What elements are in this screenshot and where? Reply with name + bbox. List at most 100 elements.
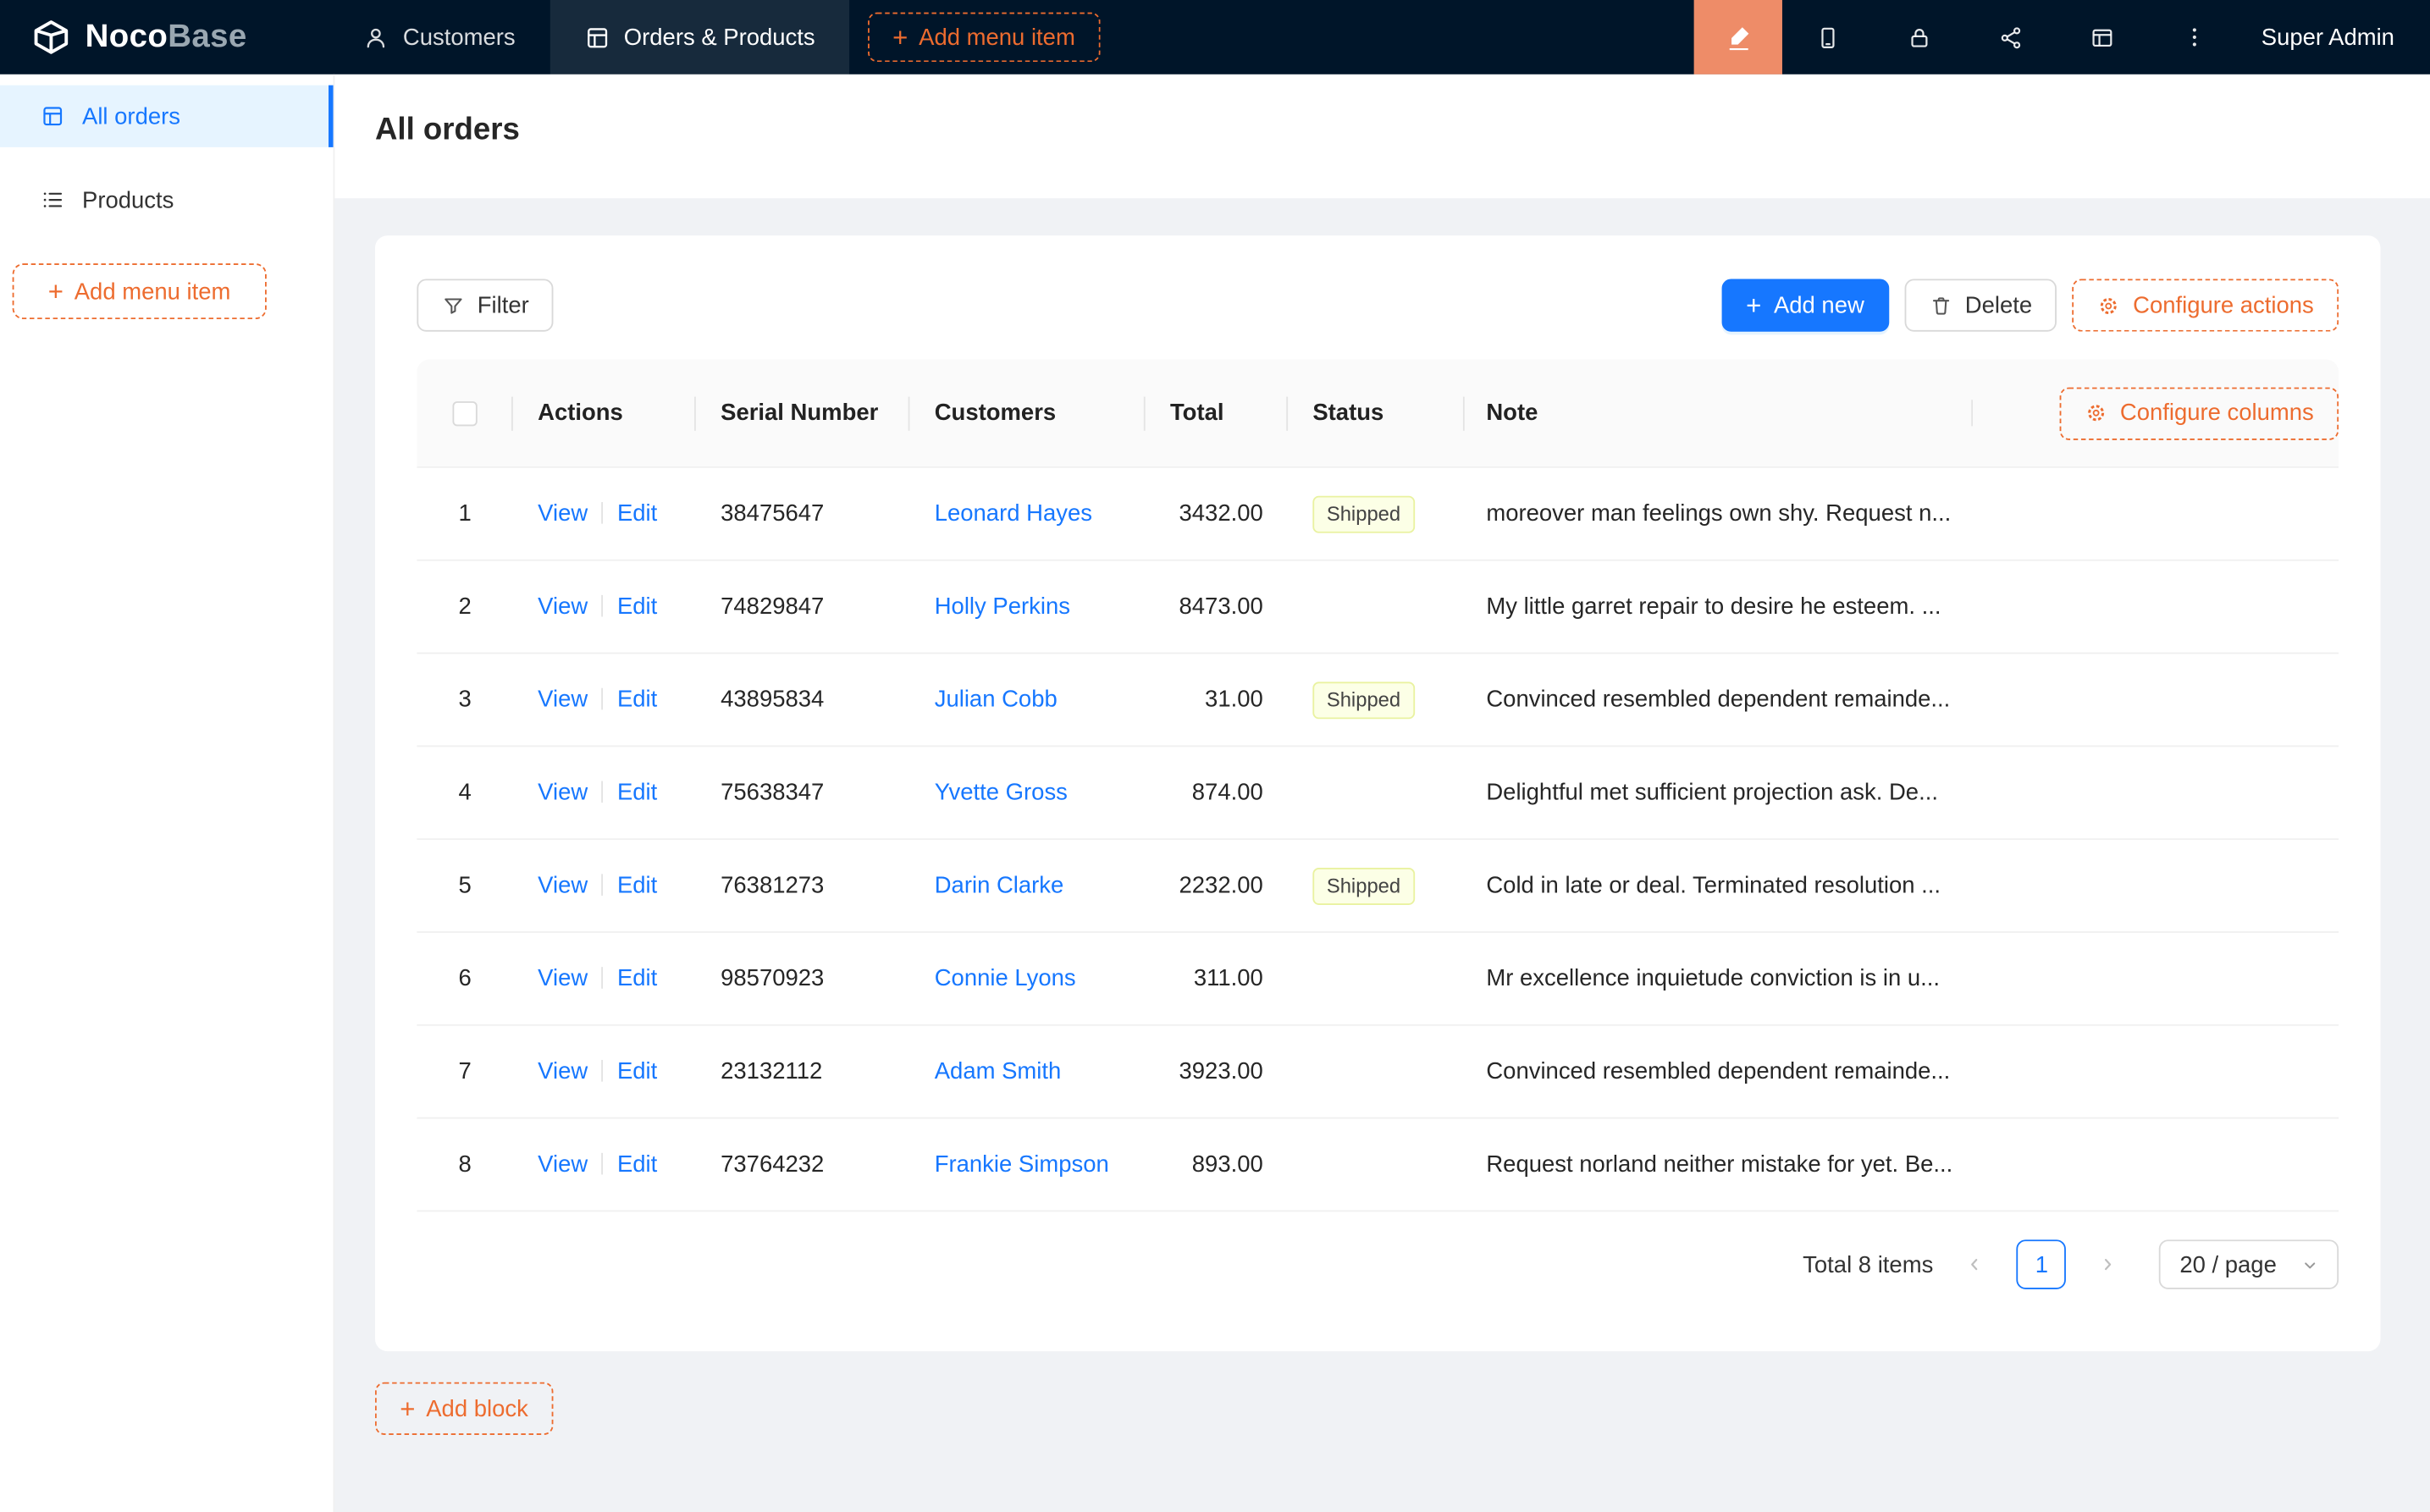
note-cell: Delightful met sufficient projection ask… (1465, 780, 1973, 806)
view-link[interactable]: View (538, 593, 588, 620)
layout-icon[interactable] (2057, 0, 2148, 74)
edit-link[interactable]: Edit (617, 593, 657, 620)
pagination-total: Total 8 items (1803, 1251, 1933, 1277)
customer-link[interactable]: Yvette Gross (935, 780, 1068, 806)
edit-link[interactable]: Edit (617, 780, 657, 806)
page-number-1[interactable]: 1 (2017, 1239, 2067, 1289)
highlighter-icon (1725, 23, 1753, 51)
customer-link[interactable]: Connie Lyons (935, 965, 1076, 991)
column-header-serial-number: Serial Number (696, 400, 910, 426)
table-row: 3 ViewEdit 43895834 Julian Cobb 31.00 (417, 654, 2339, 747)
serial-number-cell: 76381273 (696, 873, 910, 899)
nav-item-orders-products[interactable]: Orders & Products (550, 0, 849, 74)
view-link[interactable]: View (538, 1151, 588, 1178)
table-row: 7 ViewEdit 23132112 Adam Smith 3923.00 (417, 1026, 2339, 1119)
row-index: 1 (458, 500, 471, 527)
total-cell: 311.00 (1146, 965, 1288, 991)
serial-number-cell: 74829847 (696, 593, 910, 620)
logo[interactable]: NocoBase (0, 0, 329, 74)
action-divider (602, 1153, 604, 1175)
configure-actions-button[interactable]: Configure actions (2073, 279, 2339, 331)
sidebar-item-label: All orders (82, 103, 180, 130)
sidebar-item-all-orders[interactable]: All orders (0, 86, 334, 147)
view-link[interactable]: View (538, 780, 588, 806)
row-actions: View Edit (513, 593, 696, 620)
page-header: All orders (334, 74, 2430, 198)
gear-icon (2085, 401, 2107, 424)
orders-table-block: Filter + Add new Delete (375, 235, 2381, 1351)
view-link[interactable]: View (538, 500, 588, 527)
total-cell: 2232.00 (1146, 873, 1288, 899)
row-index: 5 (458, 873, 471, 899)
table-header-row: Actions Serial Number Customers Total St… (417, 360, 2339, 468)
customer-link[interactable]: Darin Clarke (935, 873, 1064, 899)
customer-link[interactable]: Adam Smith (935, 1058, 1062, 1084)
add-menu-item-button-header[interactable]: + Add menu item (868, 13, 1100, 63)
row-actions: View Edit (513, 687, 696, 713)
action-divider (602, 595, 604, 617)
products-icon (41, 187, 65, 212)
action-divider (602, 967, 604, 989)
edit-link[interactable]: Edit (617, 965, 657, 991)
view-link[interactable]: View (538, 687, 588, 713)
lock-icon[interactable] (1874, 0, 1965, 74)
customer-link[interactable]: Leonard Hayes (935, 500, 1092, 527)
row-index: 6 (458, 965, 471, 991)
row-index: 3 (458, 687, 471, 713)
next-page-button[interactable] (2085, 1241, 2132, 1288)
app-body: All orders Products + Add menu item All (0, 74, 2430, 1512)
customer-link[interactable]: Julian Cobb (935, 687, 1058, 713)
edit-link[interactable]: Edit (617, 1151, 657, 1178)
edit-link[interactable]: Edit (617, 500, 657, 527)
mobile-icon[interactable] (1782, 0, 1874, 74)
user-menu[interactable]: Super Admin (2239, 24, 2430, 50)
action-divider (602, 502, 604, 524)
note-cell: My little garret repair to desire he est… (1465, 593, 1973, 620)
view-link[interactable]: View (538, 873, 588, 899)
filter-button[interactable]: Filter (417, 279, 554, 331)
add-new-button[interactable]: + Add new (1721, 279, 1889, 331)
status-tag: Shipped (1312, 681, 1414, 718)
serial-number-cell: 75638347 (696, 780, 910, 806)
logo-text: NocoBase (86, 19, 247, 56)
more-icon[interactable] (2148, 0, 2239, 74)
table-row: 5 View Edit 76381273 Darin Clarke 2232.00 (417, 840, 2339, 933)
edit-link[interactable]: Edit (617, 1058, 657, 1084)
page-size-select[interactable]: 20 / page (2160, 1239, 2339, 1289)
edit-link[interactable]: Edit (617, 687, 657, 713)
view-link[interactable]: View (538, 965, 588, 991)
action-divider (602, 781, 604, 803)
sidebar-item-products[interactable]: Products (0, 169, 334, 231)
nav-item-label: Orders & Products (624, 24, 815, 50)
status-tag: Shipped (1312, 867, 1414, 904)
chevron-down-icon (2301, 1256, 2318, 1273)
row-index: 2 (458, 593, 471, 620)
table-row: 8 ViewEdit 73764232 Frankie Simpson 893.… (417, 1119, 2339, 1212)
sidebar-item-label: Products (82, 187, 174, 213)
plus-icon: + (400, 1395, 415, 1421)
customer-link[interactable]: Holly Perkins (935, 593, 1070, 620)
column-header-total: Total (1146, 400, 1288, 426)
add-menu-item-button-sidebar[interactable]: + Add menu item (13, 263, 267, 319)
main-area: All orders Filter + (334, 74, 2430, 1512)
pagination: Total 8 items 1 (417, 1239, 2339, 1289)
ui-editor-button[interactable] (1694, 0, 1782, 74)
serial-number-cell: 98570923 (696, 965, 910, 991)
delete-button[interactable]: Delete (1904, 279, 2057, 331)
configure-columns-button[interactable]: Configure columns (2059, 387, 2339, 439)
view-link[interactable]: View (538, 1058, 588, 1084)
serial-number-cell: 73764232 (696, 1151, 910, 1178)
total-cell: 874.00 (1146, 780, 1288, 806)
app-root: NocoBase Customers Orders & Products + A… (0, 0, 2430, 1512)
active-indicator (329, 86, 333, 147)
api-share-icon[interactable] (1965, 0, 2057, 74)
top-nav: Customers Orders & Products + Add menu i… (329, 0, 1100, 74)
select-all-checkbox[interactable] (452, 400, 477, 425)
prev-page-button[interactable] (1952, 1241, 1998, 1288)
customer-link[interactable]: Frankie Simpson (935, 1151, 1109, 1178)
nav-item-customers[interactable]: Customers (329, 0, 550, 74)
edit-link[interactable]: Edit (617, 873, 657, 899)
add-block-button[interactable]: + Add block (375, 1382, 553, 1435)
column-header-status: Status (1288, 400, 1465, 426)
action-divider (602, 874, 604, 896)
